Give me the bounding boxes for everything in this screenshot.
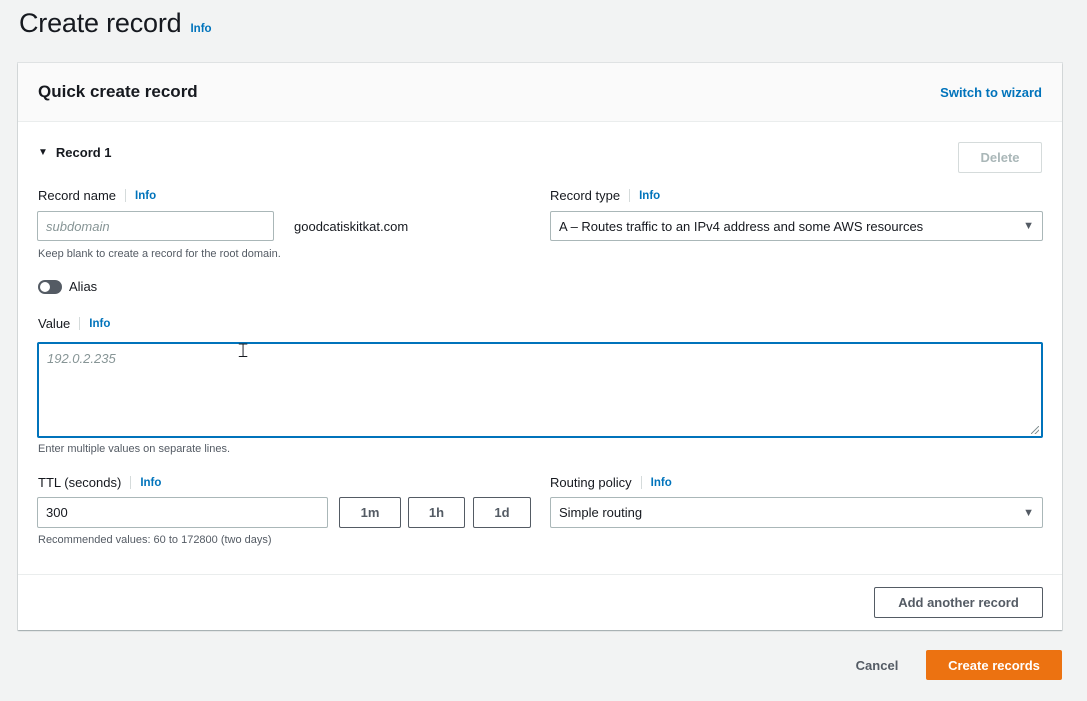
record-name-label: Record name Info	[38, 188, 156, 203]
record-name-info-link[interactable]: Info	[135, 190, 156, 202]
card-title: Quick create record	[38, 82, 198, 101]
record-type-label-text: Record type	[550, 188, 621, 203]
text-cursor-icon: 𝙸	[236, 338, 251, 362]
routing-policy-value: Simple routing	[559, 505, 643, 520]
label-separator	[125, 189, 127, 202]
value-placeholder: 192.0.2.235	[47, 351, 116, 366]
ttl-label-text: TTL (seconds)	[38, 475, 122, 490]
record-title: Record 1	[55, 145, 112, 160]
record-name-hint: Keep blank to create a record for the ro…	[38, 248, 281, 260]
page-info-link[interactable]: Info	[190, 23, 211, 35]
card-divider	[18, 574, 1062, 575]
record-type-info-link[interactable]: Info	[639, 190, 660, 202]
ttl-label: TTL (seconds) Info	[38, 475, 161, 490]
label-separator	[640, 476, 642, 489]
ttl-value: 300	[46, 505, 68, 520]
value-info-link[interactable]: Info	[89, 318, 110, 330]
delete-button[interactable]: Delete	[958, 142, 1042, 173]
alias-toggle[interactable]	[38, 279, 62, 294]
page-title: Create record	[19, 8, 182, 38]
value-textarea[interactable]: 192.0.2.235	[37, 342, 1043, 438]
ttl-1d-button[interactable]: 1d	[473, 497, 531, 528]
routing-policy-label: Routing policy Info	[550, 475, 672, 490]
record-name-input[interactable]: subdomain	[37, 211, 274, 241]
resize-grip-icon[interactable]	[1031, 426, 1039, 434]
routing-policy-select[interactable]: Simple routing ▼	[550, 497, 1043, 528]
quick-create-card: Quick create record Switch to wizard ▼ R…	[18, 63, 1062, 630]
add-another-record-button[interactable]: Add another record	[874, 587, 1043, 618]
routing-policy-info-link[interactable]: Info	[651, 477, 672, 489]
record-type-label: Record type Info	[550, 188, 660, 203]
page-header: Create record Info	[19, 8, 212, 39]
cancel-button[interactable]: Cancel	[846, 650, 908, 680]
switch-to-wizard-link[interactable]: Switch to wizard	[940, 85, 1042, 100]
value-label: Value Info	[38, 316, 110, 331]
ttl-1m-button[interactable]: 1m	[339, 497, 401, 528]
ttl-info-link[interactable]: Info	[140, 477, 161, 489]
caret-down-icon: ▼	[1023, 220, 1034, 232]
record-type-value: A – Routes traffic to an IPv4 address an…	[559, 218, 924, 234]
caret-down-icon: ▼	[1023, 506, 1034, 519]
routing-policy-label-text: Routing policy	[550, 475, 632, 490]
value-label-text: Value	[38, 316, 71, 331]
alias-toggle-row: Alias	[38, 279, 97, 294]
label-separator	[79, 317, 81, 330]
caret-down-icon: ▼	[38, 147, 48, 158]
value-hint: Enter multiple values on separate lines.	[38, 443, 230, 455]
label-separator	[629, 189, 631, 202]
record-name-label-text: Record name	[38, 188, 117, 203]
domain-suffix: goodcatiskitkat.com	[294, 219, 409, 234]
record-expander[interactable]: ▼ Record 1	[38, 145, 112, 160]
ttl-hint: Recommended values: 60 to 172800 (two da…	[38, 534, 272, 546]
alias-label: Alias	[69, 279, 98, 294]
record-type-select[interactable]: A – Routes traffic to an IPv4 address an…	[550, 211, 1043, 241]
ttl-1h-button[interactable]: 1h	[408, 497, 465, 528]
ttl-input[interactable]: 300	[37, 497, 328, 528]
label-separator	[130, 476, 132, 489]
create-records-button[interactable]: Create records	[926, 650, 1062, 680]
record-name-placeholder: subdomain	[46, 218, 110, 234]
card-header: Quick create record Switch to wizard	[18, 63, 1062, 122]
